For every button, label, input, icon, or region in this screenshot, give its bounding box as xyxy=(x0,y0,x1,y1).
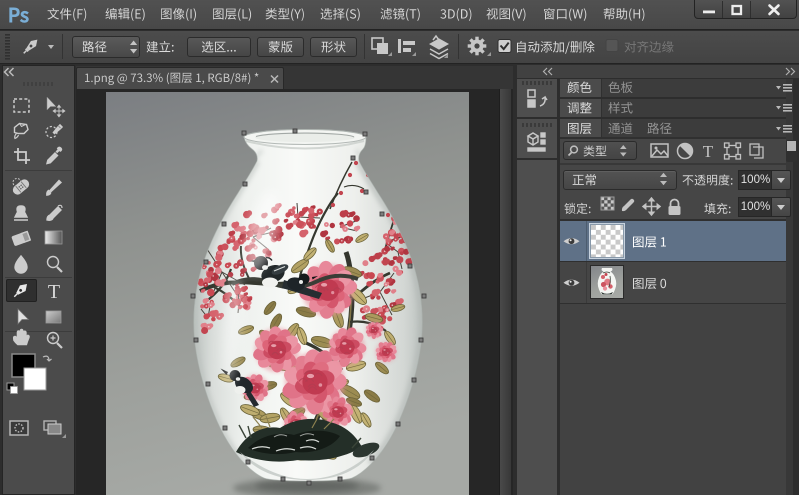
svg-text:T: T xyxy=(48,281,60,303)
svg-text:T: T xyxy=(703,142,714,161)
